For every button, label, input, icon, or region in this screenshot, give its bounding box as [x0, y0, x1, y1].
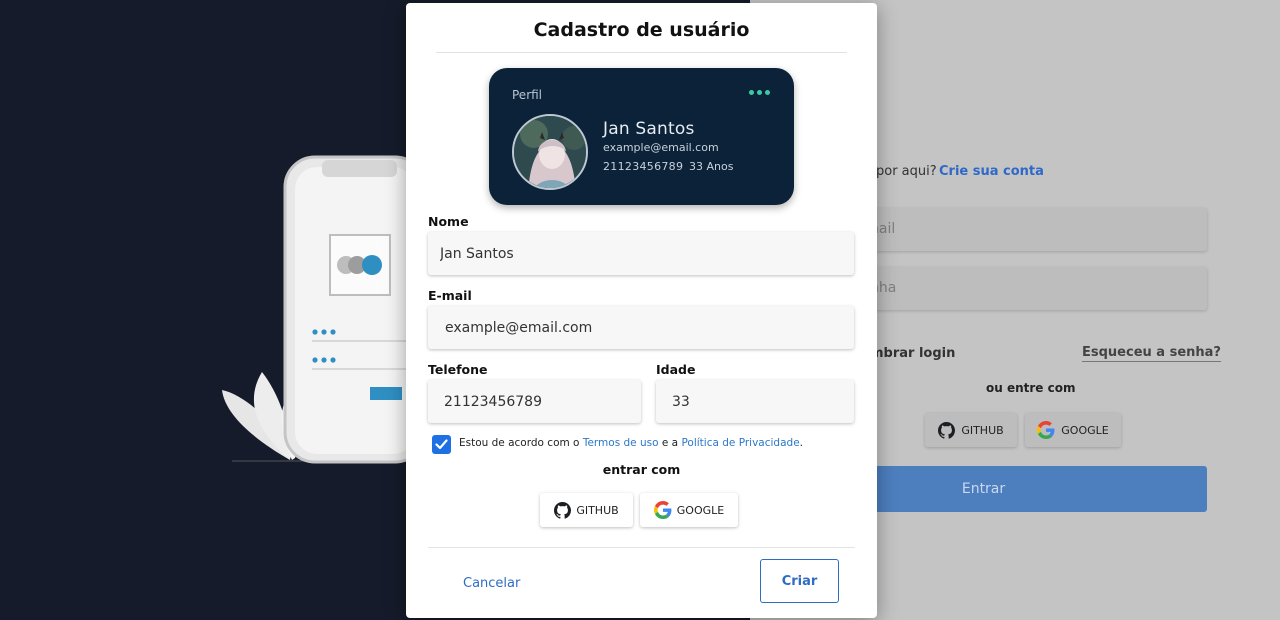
- age-field[interactable]: [656, 380, 854, 423]
- profile-card-email: example@email.com: [603, 141, 719, 154]
- terms-text: Estou de acordo com o Termos de uso e a …: [459, 437, 803, 449]
- privacy-policy-link[interactable]: Política de Privacidade: [681, 437, 799, 449]
- remember-login-label[interactable]: mbrar login: [870, 346, 955, 361]
- forgot-password-link[interactable]: Esqueceu a senha?: [1082, 345, 1221, 362]
- github-button[interactable]: GITHUB: [540, 493, 633, 527]
- name-field[interactable]: [428, 232, 854, 275]
- check-icon: [435, 439, 448, 450]
- profile-card-name: Jan Santos: [603, 119, 695, 139]
- cancel-button[interactable]: Cancelar: [463, 576, 520, 591]
- email-label: E-mail: [428, 288, 472, 303]
- google-label: GOOGLE: [676, 503, 725, 517]
- login-github-button[interactable]: GITHUB: [925, 413, 1017, 447]
- title-divider: [436, 52, 847, 53]
- more-horizontal-icon[interactable]: [749, 89, 771, 97]
- google-icon: [653, 501, 672, 519]
- terms-of-use-link[interactable]: Termos de uso: [583, 437, 659, 449]
- age-label: Idade: [656, 362, 696, 377]
- login-google-button[interactable]: GOOGLE: [1025, 413, 1121, 447]
- login-github-label: GITHUB: [961, 423, 1004, 437]
- footer-divider: [428, 547, 855, 548]
- google-button[interactable]: GOOGLE: [640, 493, 738, 527]
- profile-card-age: 33 Anos: [689, 160, 734, 173]
- name-label: Nome: [428, 214, 469, 229]
- terms-checkbox[interactable]: [432, 435, 451, 454]
- terms-prefix: Estou de acordo com o: [459, 437, 583, 449]
- register-modal: Cadastro de usuário Perfil Jan Santos ex…: [406, 3, 877, 618]
- github-icon: [554, 501, 572, 519]
- terms-middle: e a: [658, 437, 682, 449]
- create-button[interactable]: Criar: [760, 559, 839, 603]
- login-or-enter-with: ou entre com: [986, 381, 1076, 395]
- phone-field[interactable]: [428, 380, 641, 423]
- github-label: GITHUB: [576, 503, 619, 517]
- profile-card: Perfil Jan Santos example@email.com 2112…: [489, 68, 794, 205]
- profile-card-phone: 21123456789: [603, 160, 684, 173]
- profile-card-label: Perfil: [512, 88, 543, 102]
- phone-label: Telefone: [428, 362, 488, 377]
- google-icon: [1037, 421, 1055, 439]
- avatar: [512, 114, 588, 190]
- email-field[interactable]: [428, 306, 854, 349]
- login-subtitle: por aqui?: [876, 164, 937, 179]
- github-icon: [938, 421, 956, 439]
- terms-suffix: .: [799, 437, 803, 449]
- modal-title: Cadastro de usuário: [533, 19, 750, 41]
- login-google-label: GOOGLE: [1061, 423, 1109, 437]
- social-heading: entrar com: [602, 462, 681, 477]
- create-account-link[interactable]: Crie sua conta: [939, 164, 1044, 179]
